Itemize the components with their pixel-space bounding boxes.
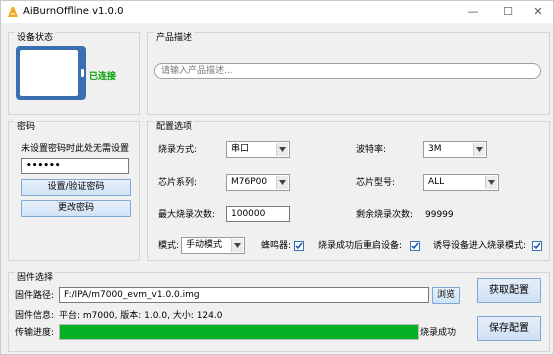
restart-after-burn-checkbox[interactable] (410, 241, 420, 251)
firmware-path-input[interactable]: F:/IPA/m7000_evm_v1.0.0.img (59, 287, 429, 303)
max-burn-count-label: 最大烧录次数: (158, 210, 216, 220)
chip-series-value: M76P00 (231, 177, 268, 187)
remaining-burn-count-label: 剩余烧录次数: (356, 210, 414, 220)
chip-model-label: 芯片型号: (356, 178, 396, 188)
config-options-group: 配置选项 烧录方式: 串口 波特率: 3M 芯片系列: M76P00 芯片型号:… (147, 121, 550, 261)
product-description-title: 产品描述 (154, 32, 195, 44)
baud-rate-value: 3M (428, 144, 442, 154)
password-group: 密码 未设置密码时此处无需设置 •••••• 设置/验证密码 更改密码 (8, 121, 140, 261)
checkmark-icon (411, 242, 419, 250)
connection-status: 已连接 (89, 72, 117, 82)
restart-after-burn-label: 烧录成功后重启设备: (318, 241, 403, 251)
save-config-button[interactable]: 保存配置 (477, 316, 541, 341)
mode-value: 手动模式 (186, 240, 223, 250)
buzzer-checkbox[interactable] (294, 241, 304, 251)
chevron-down-icon (473, 143, 485, 156)
buzzer-label: 蜂鸣器: (261, 241, 292, 251)
progress-fill (60, 325, 418, 339)
burn-mode-select[interactable]: 串口 (226, 141, 290, 158)
app-window: AiBurnOffline v1.0.0 — ☐ ✕ 设备状态 已连接 产品描述… (0, 0, 554, 355)
get-config-button[interactable]: 获取配置 (477, 278, 541, 303)
max-burn-count-input[interactable]: 100000 (226, 206, 290, 222)
mode-select[interactable]: 手动模式 (181, 237, 245, 254)
device-status-title: 设备状态 (15, 32, 56, 44)
induce-burn-mode-label: 诱导设备进入烧录模式: (433, 241, 527, 251)
browse-button[interactable]: 浏览 (432, 287, 460, 304)
transfer-progress-label: 传输进度: (15, 328, 55, 338)
device-status-group: 设备状态 已连接 (8, 32, 140, 115)
chevron-down-icon (276, 176, 288, 189)
chip-model-value: ALL (428, 177, 445, 187)
induce-burn-mode-checkbox[interactable] (532, 241, 542, 251)
burn-mode-label: 烧录方式: (158, 145, 198, 155)
checkmark-icon (295, 242, 303, 250)
remaining-burn-count-value: 99999 (425, 210, 454, 220)
password-hint: 未设置密码时此处无需设置 (21, 144, 130, 154)
maximize-button[interactable]: ☐ (493, 1, 523, 23)
firmware-info-label: 固件信息: (15, 311, 55, 321)
progress-status: 烧录成功 (420, 328, 457, 338)
close-button[interactable]: ✕ (523, 1, 553, 23)
firmware-selection-title: 固件选择 (15, 272, 56, 284)
app-logo-icon (8, 7, 18, 17)
verify-password-button[interactable]: 设置/验证密码 (21, 179, 131, 196)
product-description-group: 产品描述 请输入产品描述... (147, 32, 550, 115)
tablet-icon (16, 46, 86, 100)
chip-model-select[interactable]: ALL (423, 174, 499, 191)
transfer-progress-bar (59, 324, 419, 340)
firmware-path-label: 固件路径: (15, 291, 55, 301)
password-field[interactable]: •••••• (21, 158, 129, 174)
product-description-input[interactable]: 请输入产品描述... (154, 63, 541, 79)
chip-series-select[interactable]: M76P00 (226, 174, 290, 191)
checkmark-icon (533, 242, 541, 250)
config-options-title: 配置选项 (154, 121, 195, 133)
chip-series-label: 芯片系列: (158, 178, 198, 188)
minimize-button[interactable]: — (458, 1, 488, 23)
chevron-down-icon (231, 239, 243, 252)
firmware-info-value: 平台: m7000, 版本: 1.0.0, 大小: 124.0 (59, 311, 223, 321)
baud-rate-select[interactable]: 3M (423, 141, 487, 158)
password-title: 密码 (15, 121, 38, 133)
baud-rate-label: 波特率: (356, 145, 387, 155)
burn-mode-value: 串口 (231, 144, 250, 154)
mode-label: 模式: (158, 241, 180, 251)
change-password-button[interactable]: 更改密码 (21, 200, 131, 217)
chevron-down-icon (485, 176, 497, 189)
chevron-down-icon (276, 143, 288, 156)
title-bar: AiBurnOffline v1.0.0 — ☐ ✕ (1, 1, 553, 23)
firmware-selection-group: 固件选择 固件路径: F:/IPA/m7000_evm_v1.0.0.img 浏… (8, 272, 550, 352)
window-title: AiBurnOffline v1.0.0 (23, 6, 124, 17)
